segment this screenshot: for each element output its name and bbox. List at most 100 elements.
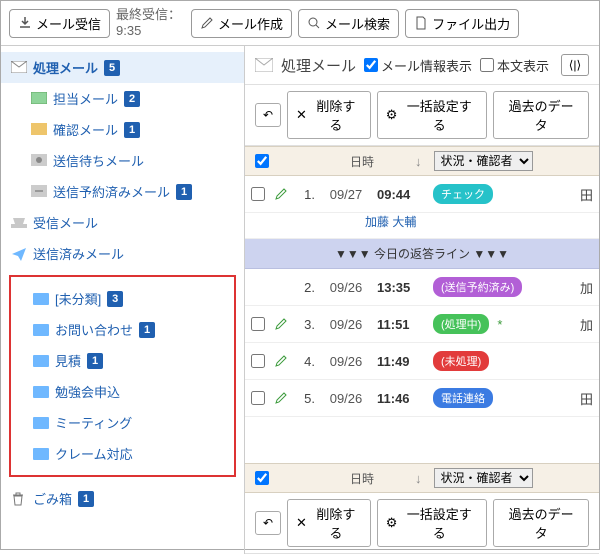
bulk-settings-button-footer[interactable]: ⚙一括設定する bbox=[377, 499, 487, 547]
edit-icon[interactable] bbox=[273, 186, 289, 202]
folder-item[interactable]: 見積1 bbox=[11, 345, 234, 376]
folder-item[interactable]: [未分類]3 bbox=[11, 283, 234, 314]
row-checkbox[interactable] bbox=[251, 317, 265, 331]
wrap-toggle-button[interactable]: ⟨|⟩ bbox=[561, 54, 589, 76]
row-checkbox[interactable] bbox=[251, 391, 265, 405]
sidebar-inbox[interactable]: 受信メール bbox=[1, 207, 244, 238]
reply-line-divider: ▼▼▼ 今日の返答ライン ▼▼▼ bbox=[245, 239, 599, 269]
sidebar-processing-mail[interactable]: 処理メール 5 bbox=[1, 52, 244, 83]
gear-icon: ⚙ bbox=[386, 515, 398, 531]
row-date: 09/27 bbox=[323, 187, 369, 202]
mail-row[interactable]: 5. 09/26 11:46 電話連絡 田 bbox=[245, 380, 599, 417]
sidebar-sent[interactable]: 送信済みメール bbox=[1, 238, 244, 269]
select-all-checkbox[interactable] bbox=[255, 154, 269, 168]
row-tail: 田 bbox=[580, 389, 593, 408]
row-tail: 加 bbox=[580, 315, 593, 334]
mail-status-icon bbox=[31, 185, 47, 199]
file-icon bbox=[414, 16, 428, 30]
bulk-settings-button[interactable]: ⚙一括設定する bbox=[377, 91, 487, 139]
mail-row[interactable]: 1.09/2709:44チェック田 bbox=[245, 176, 599, 213]
row-assignee[interactable]: 加藤 大輔 bbox=[245, 213, 599, 239]
mail-info-toggle[interactable]: メール情報表示 bbox=[364, 56, 472, 75]
delete-button[interactable]: ✕削除する bbox=[287, 91, 371, 139]
status-select-footer[interactable]: 状況・確認者 bbox=[434, 468, 533, 488]
sidebar-sub-item[interactable]: 担当メール2 bbox=[1, 83, 244, 114]
sidebar-trash[interactable]: ごみ箱 1 bbox=[1, 483, 244, 514]
row-tail: 加 bbox=[580, 278, 593, 297]
folder-item[interactable]: クレーム対応 bbox=[11, 438, 234, 469]
search-icon bbox=[307, 16, 321, 30]
row-index: 5. bbox=[297, 391, 315, 406]
gear-icon: ⚙ bbox=[386, 107, 398, 123]
folder-item[interactable]: お問い合わせ1 bbox=[11, 314, 234, 345]
receive-mail-button[interactable]: メール受信 bbox=[9, 9, 110, 38]
body-toggle[interactable]: 本文表示 bbox=[480, 56, 549, 75]
mail-row[interactable]: 4.09/2611:49(未処理) bbox=[245, 343, 599, 380]
count-badge: 3 bbox=[107, 291, 123, 307]
list-header: 日時 ↓ 状況・確認者 bbox=[245, 146, 599, 176]
undo-button-footer[interactable]: ↶ bbox=[255, 511, 281, 535]
folder-icon bbox=[33, 324, 49, 336]
count-badge: 1 bbox=[87, 353, 103, 369]
folders-highlighted-box: [未分類]3お問い合わせ1見積1勉強会申込ミーティングクレーム対応 bbox=[9, 275, 236, 477]
select-all-footer-checkbox[interactable] bbox=[255, 471, 269, 485]
edit-icon[interactable] bbox=[273, 390, 289, 406]
compose-mail-button[interactable]: メール作成 bbox=[191, 9, 292, 38]
sidebar-sub-item[interactable]: 確認メール1 bbox=[1, 114, 244, 145]
delete-button-footer[interactable]: ✕削除する bbox=[287, 499, 371, 547]
count-badge: 1 bbox=[139, 322, 155, 338]
search-mail-button[interactable]: メール検索 bbox=[298, 9, 399, 38]
folder-item[interactable]: ミーティング bbox=[11, 407, 234, 438]
status-tag: チェック bbox=[433, 184, 493, 204]
row-date: 09/26 bbox=[323, 317, 369, 332]
col-date[interactable]: 日時 bbox=[315, 153, 409, 170]
mail-row[interactable]: 2.09/2613:35(送信予約済み)加 bbox=[245, 269, 599, 306]
inbox-icon bbox=[11, 216, 27, 230]
count-badge: 5 bbox=[104, 60, 120, 76]
folder-icon bbox=[33, 448, 49, 460]
x-icon: ✕ bbox=[296, 515, 307, 531]
count-badge: 1 bbox=[124, 122, 140, 138]
edit-icon[interactable] bbox=[273, 316, 289, 332]
row-checkbox[interactable] bbox=[251, 187, 265, 201]
envelope-icon bbox=[11, 61, 27, 75]
pencil-icon bbox=[200, 16, 214, 30]
status-tag: (未処理) bbox=[433, 351, 489, 371]
count-badge: 2 bbox=[124, 91, 140, 107]
undo-button[interactable]: ↶ bbox=[255, 103, 281, 127]
top-toolbar: メール受信 最終受信：9:35 メール作成 メール検索 ファイル出力 bbox=[1, 1, 599, 46]
edit-icon[interactable] bbox=[273, 353, 289, 369]
receive-label: メール受信 bbox=[36, 14, 101, 33]
mail-list: 1.09/2709:44チェック田加藤 大輔▼▼▼ 今日の返答ライン ▼▼▼2.… bbox=[245, 176, 599, 463]
download-icon bbox=[18, 16, 32, 30]
folder-icon bbox=[33, 293, 49, 305]
sidebar-sub-item[interactable]: 送信待ちメール bbox=[1, 145, 244, 176]
folder-icon bbox=[33, 386, 49, 398]
status-select[interactable]: 状況・確認者 bbox=[434, 151, 533, 171]
mail-row[interactable]: 3.09/2611:51(処理中)*加 bbox=[245, 306, 599, 343]
star-mark: * bbox=[497, 317, 502, 332]
sidebar-sub-item[interactable]: 送信予約済みメール1 bbox=[1, 176, 244, 207]
row-index: 4. bbox=[297, 354, 315, 369]
past-data-button-footer[interactable]: 過去のデータ bbox=[493, 499, 589, 547]
row-time: 09:44 bbox=[377, 187, 425, 202]
content-pane: 処理メール メール情報表示 本文表示 ⟨|⟩ ↶ ✕削除する ⚙一括設定する 過… bbox=[245, 46, 599, 554]
export-file-button[interactable]: ファイル出力 bbox=[405, 9, 519, 38]
row-index: 2. bbox=[297, 280, 315, 295]
count-badge: 1 bbox=[176, 184, 192, 200]
status-tag: 電話連絡 bbox=[433, 388, 493, 408]
sort-down-icon[interactable]: ↓ bbox=[415, 471, 422, 486]
sort-down-icon[interactable]: ↓ bbox=[415, 154, 422, 169]
mail-status-icon bbox=[31, 92, 47, 106]
row-tail: 田 bbox=[580, 185, 593, 204]
x-icon: ✕ bbox=[296, 107, 307, 123]
mail-status-icon bbox=[31, 154, 47, 168]
sent-icon bbox=[11, 247, 27, 261]
row-time: 11:49 bbox=[377, 354, 425, 369]
folder-item[interactable]: 勉強会申込 bbox=[11, 376, 234, 407]
row-time: 11:46 bbox=[377, 391, 425, 406]
past-data-button[interactable]: 過去のデータ bbox=[493, 91, 589, 139]
row-checkbox[interactable] bbox=[251, 354, 265, 368]
row-date: 09/26 bbox=[323, 391, 369, 406]
mail-list-icon bbox=[255, 58, 273, 72]
